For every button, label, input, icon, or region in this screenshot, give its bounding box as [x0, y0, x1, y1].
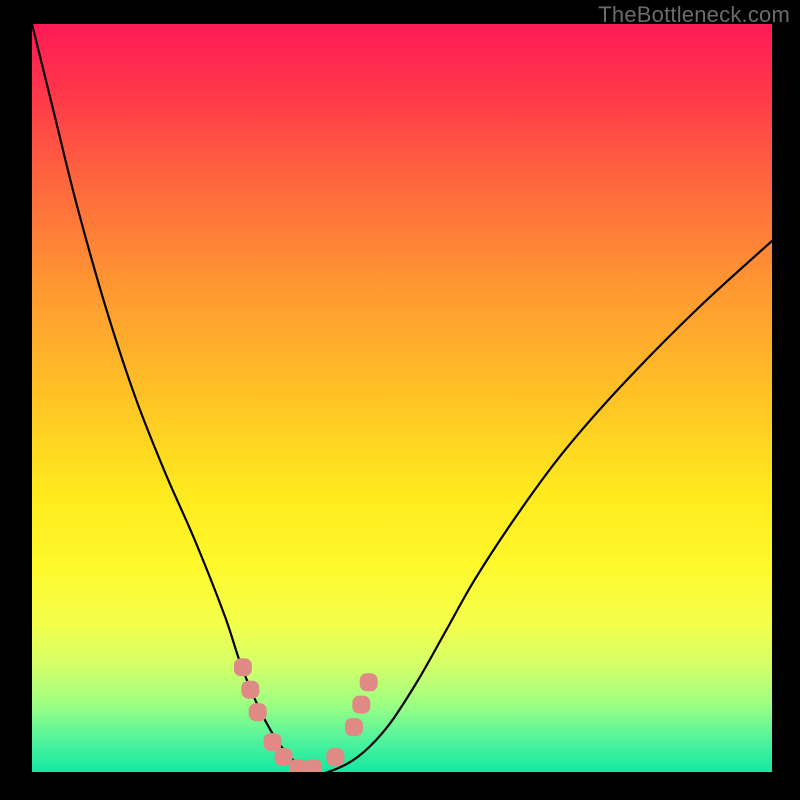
curve-marker	[352, 696, 370, 714]
chart-container: TheBottleneck.com	[0, 0, 800, 800]
curve-marker	[234, 658, 252, 676]
curve-layer	[32, 24, 772, 772]
curve-marker	[264, 733, 282, 751]
watermark-text: TheBottleneck.com	[598, 2, 790, 28]
curve-marker	[360, 673, 378, 691]
curve-marker	[241, 681, 259, 699]
plot-area	[32, 24, 772, 772]
bottleneck-curve	[32, 24, 772, 772]
curve-marker	[326, 748, 344, 766]
curve-markers	[234, 658, 378, 772]
curve-marker	[304, 759, 322, 772]
curve-marker	[249, 703, 267, 721]
curve-marker	[345, 718, 363, 736]
curve-marker	[275, 748, 293, 766]
